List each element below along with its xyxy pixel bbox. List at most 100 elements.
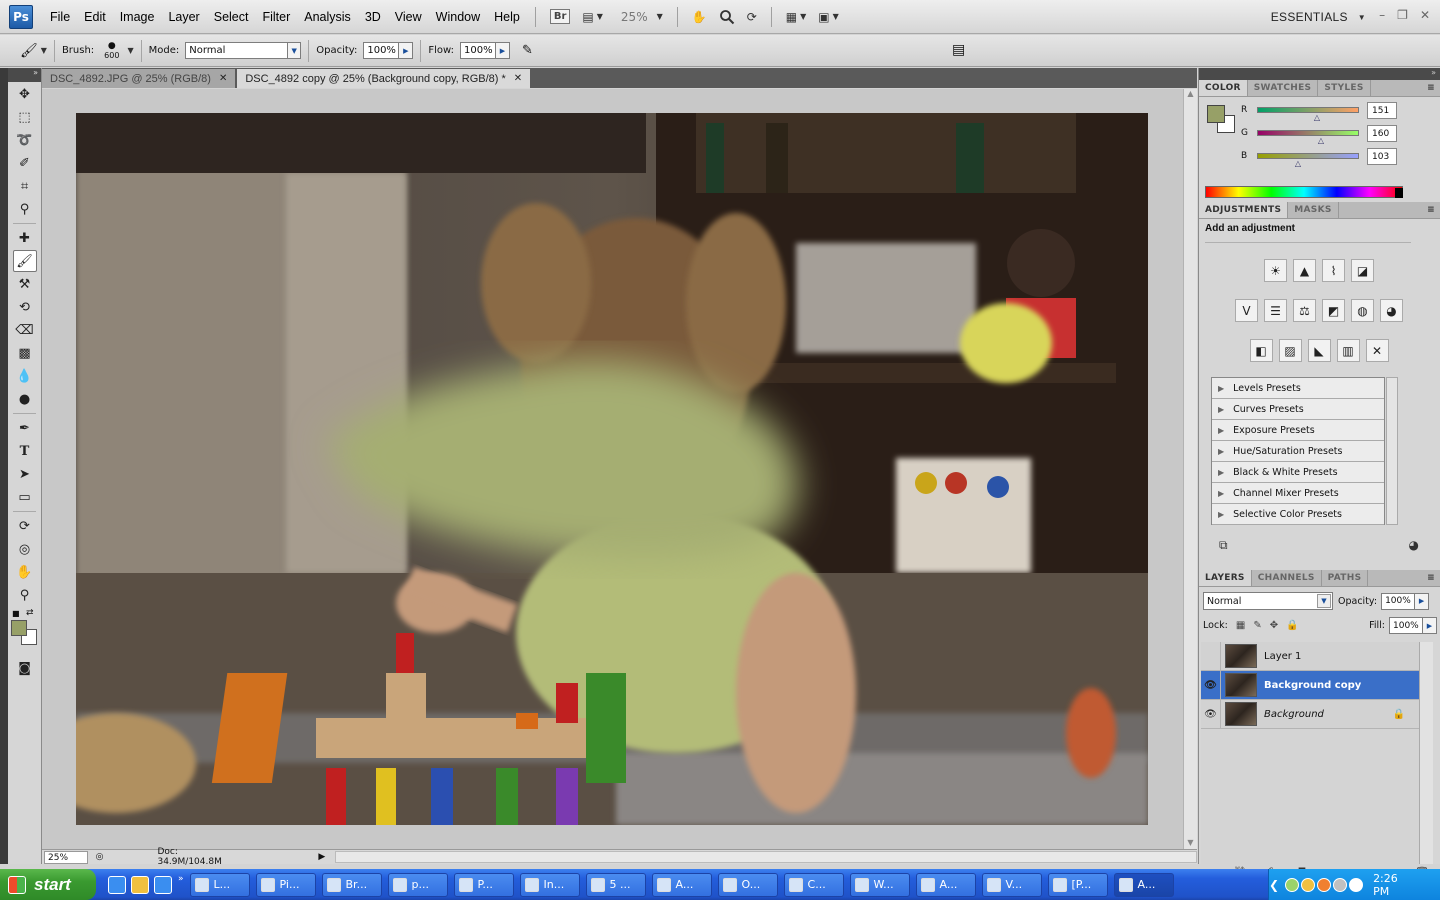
blue-slider-thumb[interactable]: △ [1295, 159, 1301, 168]
opacity-slider-toggle[interactable]: ▶ [399, 42, 414, 59]
tray-icon[interactable] [1333, 877, 1348, 892]
taskbar-button[interactable]: A... [915, 872, 976, 897]
pen-tool-icon[interactable]: ✒ [13, 417, 37, 439]
layer-row[interactable]: 👁 Layer 1 [1201, 642, 1419, 671]
blend-mode-select[interactable]: Normal ▼ [1203, 592, 1333, 610]
menu-view[interactable]: View [388, 10, 429, 24]
tray-icon[interactable] [1317, 877, 1332, 892]
preset-hue-saturation[interactable]: ▶ Hue/Saturation Presets [1212, 441, 1384, 462]
brush-tool-icon[interactable]: 🖌 [12, 250, 37, 272]
clone-stamp-tool-icon[interactable]: ⚒ [13, 273, 37, 295]
quicklaunch-icon[interactable] [154, 875, 172, 894]
status-zoom-input[interactable]: 25% [44, 850, 88, 864]
taskbar-button[interactable]: V... [981, 872, 1042, 897]
foreground-color-swatch[interactable] [1207, 105, 1225, 123]
layer-opacity-input[interactable]: 100% [1381, 592, 1416, 610]
gradient-map-icon[interactable]: ▥ [1336, 339, 1360, 362]
document-image[interactable] [76, 113, 1148, 825]
opacity-input[interactable]: 100% [363, 42, 400, 59]
crop-tool-icon[interactable]: ⌗ [13, 175, 37, 197]
panel-menu-icon[interactable]: ≡ [1427, 83, 1435, 93]
screen-mode-button[interactable]: ▣ ▼ [814, 6, 843, 28]
menu-image[interactable]: Image [113, 10, 162, 24]
chevron-down-icon[interactable]: ▼ [127, 46, 133, 55]
taskbar-button[interactable]: P... [453, 872, 514, 897]
vibrance-icon[interactable]: V [1235, 299, 1258, 322]
tab-swatches[interactable]: SWATCHES [1248, 80, 1319, 96]
taskbar-button[interactable]: 5 ... [585, 872, 646, 897]
panel-menu-icon[interactable]: ≡ [1427, 573, 1435, 583]
tab-paths[interactable]: PATHS [1322, 570, 1369, 586]
restore-icon[interactable]: ❐ [1397, 8, 1408, 22]
color-swatches[interactable]: ■ ⇄ [8, 607, 41, 649]
menu-3d[interactable]: 3D [358, 10, 388, 24]
black-white-icon[interactable]: ◩ [1322, 299, 1345, 322]
selective-color-icon[interactable]: ✕ [1365, 339, 1389, 362]
hand-tool-icon[interactable]: ✋ [13, 561, 37, 583]
tray-icon[interactable] [1349, 877, 1364, 892]
default-colors-icon[interactable]: ■ [12, 609, 20, 618]
menu-help[interactable]: Help [487, 10, 527, 24]
ie-icon[interactable] [108, 875, 126, 894]
type-tool-icon[interactable]: T [13, 440, 37, 462]
swap-colors-icon[interactable]: ⇄ [26, 608, 34, 618]
preset-exposure[interactable]: ▶ Exposure Presets [1212, 420, 1384, 441]
tray-expand-icon[interactable]: ❮ [1269, 878, 1279, 892]
taskbar-button[interactable]: A... [1113, 872, 1174, 897]
tab-layers[interactable]: LAYERS [1199, 570, 1252, 586]
taskbar-button[interactable]: In... [519, 872, 580, 897]
scroll-up-icon[interactable]: ▲ [1184, 89, 1197, 98]
menu-file[interactable]: File [43, 10, 77, 24]
marquee-tool-icon[interactable]: ⬚ [13, 106, 37, 128]
lock-pixels-icon[interactable]: ✎ [1253, 620, 1261, 631]
foreground-color-swatch[interactable] [11, 620, 27, 636]
preset-channel-mixer[interactable]: ▶ Channel Mixer Presets [1212, 483, 1384, 504]
brightness-contrast-icon[interactable]: ☀ [1264, 259, 1287, 282]
layer-row[interactable]: 👁 Background 🔒 [1201, 700, 1419, 729]
taskbar-button[interactable]: O... [717, 872, 778, 897]
green-slider[interactable]: △ [1257, 130, 1359, 145]
tab-color[interactable]: COLOR [1199, 80, 1248, 96]
close-icon[interactable]: ✕ [1420, 8, 1430, 22]
quick-selection-tool-icon[interactable]: ✐ [13, 152, 37, 174]
3d-orbit-tool-icon[interactable]: ◎ [13, 538, 37, 560]
eraser-tool-icon[interactable]: ⌫ [13, 319, 37, 341]
spectrum-black-swatch[interactable] [1395, 188, 1403, 198]
channel-toggle-icon[interactable]: ◕ [1409, 538, 1419, 553]
taskbar-button[interactable]: [P... [1047, 872, 1108, 897]
scroll-down-icon[interactable]: ▼ [1184, 838, 1197, 847]
toolbox-collapse-icon[interactable]: » [8, 68, 41, 82]
taskbar-button[interactable]: C... [783, 872, 844, 897]
preset-curves[interactable]: ▶ Curves Presets [1212, 399, 1384, 420]
fill-slider-toggle[interactable]: ▶ [1423, 617, 1437, 634]
presets-scrollbar[interactable] [1386, 377, 1398, 525]
eye-icon[interactable]: 👁 [1201, 700, 1221, 728]
posterize-icon[interactable]: ▨ [1278, 339, 1302, 362]
blue-value-input[interactable]: 103 [1367, 147, 1397, 165]
hue-saturation-icon[interactable]: ☰ [1264, 299, 1287, 322]
panel-toggle-icon[interactable]: ▤ [952, 42, 965, 58]
tab-channels[interactable]: CHANNELS [1252, 570, 1322, 586]
quicklaunch-icon[interactable] [131, 875, 149, 894]
dodge-tool-icon[interactable]: ● [13, 388, 37, 410]
hand-tool-button[interactable]: ✋ [688, 6, 711, 28]
taskbar-button[interactable]: Pi... [255, 872, 316, 897]
green-value-input[interactable]: 160 [1367, 124, 1397, 142]
visibility-toggle[interactable]: 👁 [1201, 642, 1221, 670]
preset-selective-color[interactable]: ▶ Selective Color Presets [1212, 504, 1384, 525]
document-tab-active[interactable]: DSC_4892 copy @ 25% (Background copy, RG… [237, 69, 531, 88]
photo-filter-icon[interactable]: ◍ [1351, 299, 1374, 322]
tab-adjustments[interactable]: ADJUSTMENTS [1199, 202, 1289, 218]
close-icon[interactable]: ✕ [219, 73, 227, 84]
path-selection-tool-icon[interactable]: ➤ [13, 463, 37, 485]
flow-slider-toggle[interactable]: ▶ [496, 42, 510, 59]
zoom-tool-icon[interactable]: ⚲ [13, 584, 37, 606]
preset-black-white[interactable]: ▶ Black & White Presets [1212, 462, 1384, 483]
rotate-view-button[interactable]: ⟳ [743, 6, 761, 28]
color-spectrum-bar[interactable] [1205, 186, 1403, 198]
curves-icon[interactable]: ⌇ [1322, 259, 1345, 282]
taskbar-button[interactable]: p... [387, 872, 448, 897]
flow-input[interactable]: 100% [460, 42, 496, 59]
shape-tool-icon[interactable]: ▭ [13, 486, 37, 508]
layer-row-selected[interactable]: 👁 Background copy [1201, 671, 1419, 700]
